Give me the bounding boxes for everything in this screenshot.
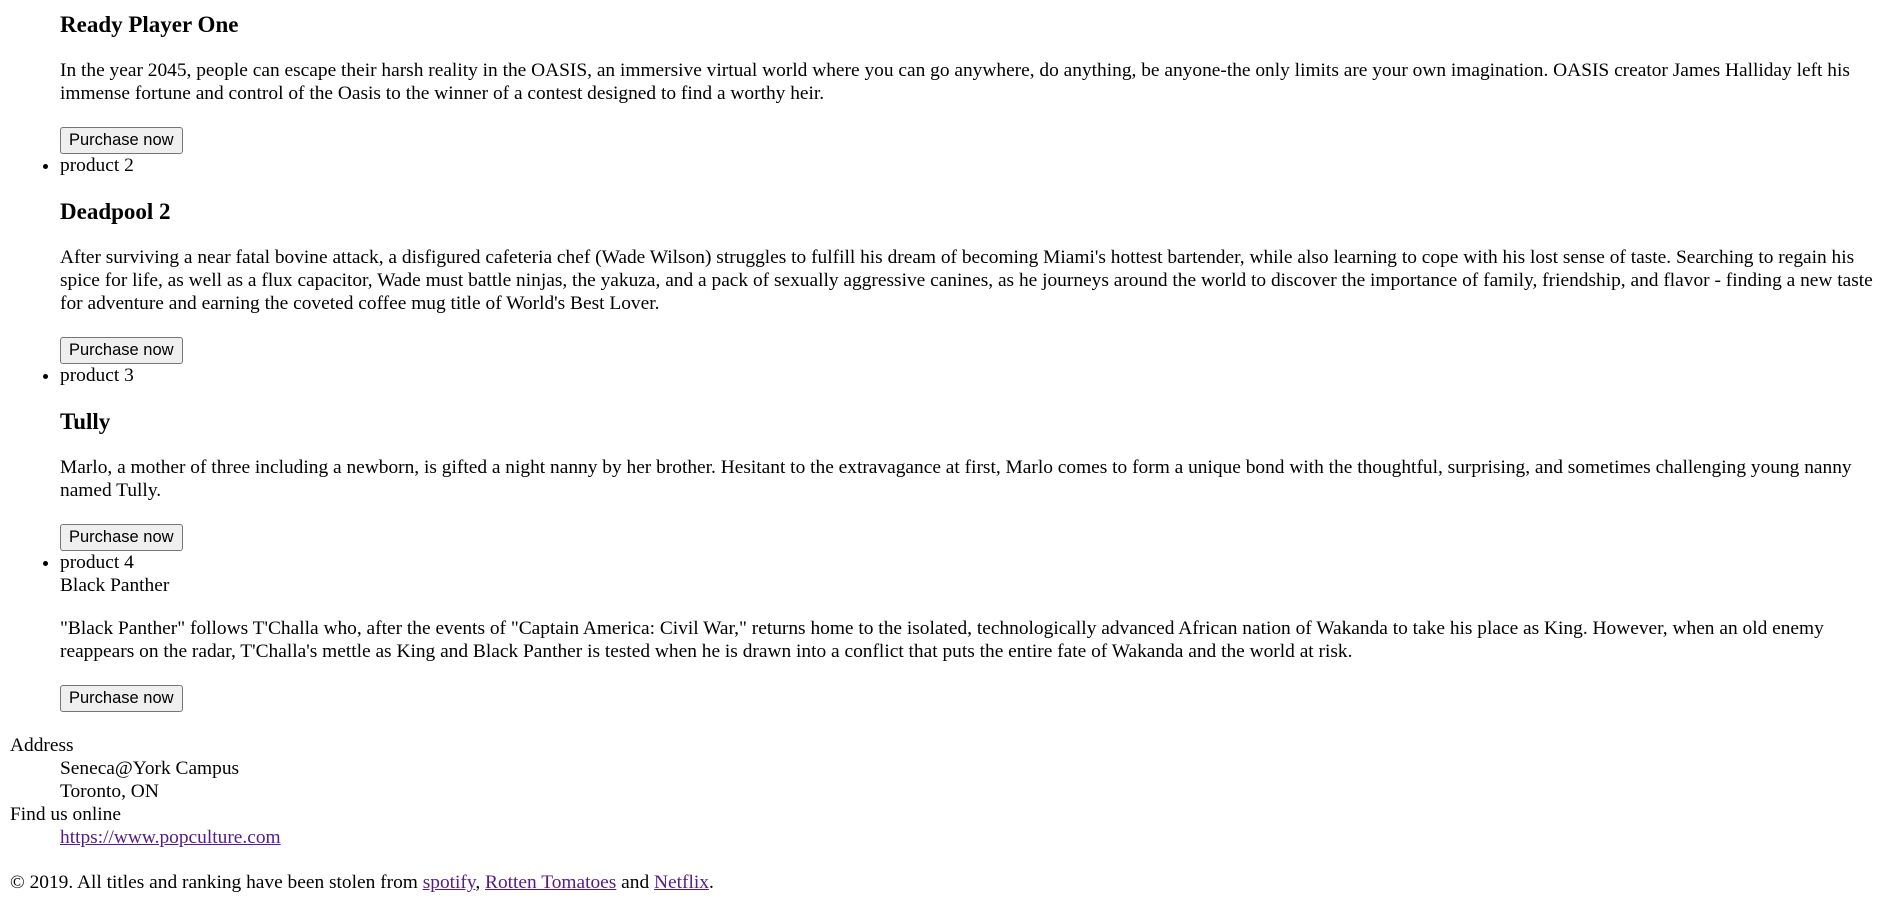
- product-description: Marlo, a mother of three including a new…: [60, 457, 1852, 501]
- rotten-tomatoes-link[interactable]: Rotten Tomatoes: [485, 872, 616, 893]
- website-item: https://www.popculture.com: [60, 826, 1890, 849]
- product-image-alt: product 3: [60, 365, 134, 386]
- find-us-online-label: Find us online: [10, 804, 121, 825]
- footer-text: © 2019. All titles and ranking have been…: [10, 871, 1890, 894]
- footer-separator: and: [616, 872, 655, 893]
- product-description: In the year 2045, people can escape thei…: [60, 60, 1850, 104]
- product-item: product 3 Tully Marlo, a mother of three…: [60, 364, 1890, 551]
- product-image: product 3: [60, 364, 134, 387]
- address-line: Toronto, ON: [60, 781, 159, 802]
- product-image-alt: product 4: [60, 552, 134, 573]
- product-item: product 2 Deadpool 2 After surviving a n…: [60, 154, 1890, 364]
- address-label: Address: [10, 735, 74, 756]
- footer-suffix: .: [708, 872, 714, 893]
- purchase-button[interactable]: Purchase now: [60, 127, 183, 154]
- purchase-button[interactable]: Purchase now: [60, 524, 183, 551]
- footer-prefix: © 2019. All titles and ranking have been…: [10, 872, 423, 893]
- spotify-link[interactable]: spotify: [423, 872, 476, 893]
- website-link[interactable]: https://www.popculture.com: [60, 827, 281, 848]
- product-list: Ready Player One In the year 2045, peopl…: [10, 0, 1890, 712]
- page: Ready Player One In the year 2045, peopl…: [0, 0, 1900, 894]
- product-item: Ready Player One In the year 2045, peopl…: [60, 0, 1890, 154]
- product-image: product 4: [60, 551, 134, 574]
- netflix-link[interactable]: Netflix: [654, 872, 709, 893]
- purchase-button[interactable]: Purchase now: [60, 337, 183, 364]
- product-description: "Black Panther" follows T'Challa who, af…: [60, 618, 1824, 662]
- purchase-button[interactable]: Purchase now: [60, 685, 183, 712]
- product-title: Ready Player One: [60, 12, 239, 37]
- product-title: Deadpool 2: [60, 199, 171, 224]
- footer-separator: ,: [475, 872, 486, 893]
- contact-info: Address Seneca@York Campus Toronto, ON F…: [10, 734, 1890, 849]
- product-image: product 2: [60, 154, 134, 177]
- product-description: After surviving a near fatal bovine atta…: [60, 247, 1873, 314]
- product-image-alt: product 2: [60, 155, 134, 176]
- product-title: Black Panther: [60, 575, 170, 596]
- product-item: product 4 Black Panther "Black Panther" …: [60, 551, 1890, 712]
- address-line: Seneca@York Campus: [60, 758, 240, 779]
- product-title: Tully: [60, 409, 111, 434]
